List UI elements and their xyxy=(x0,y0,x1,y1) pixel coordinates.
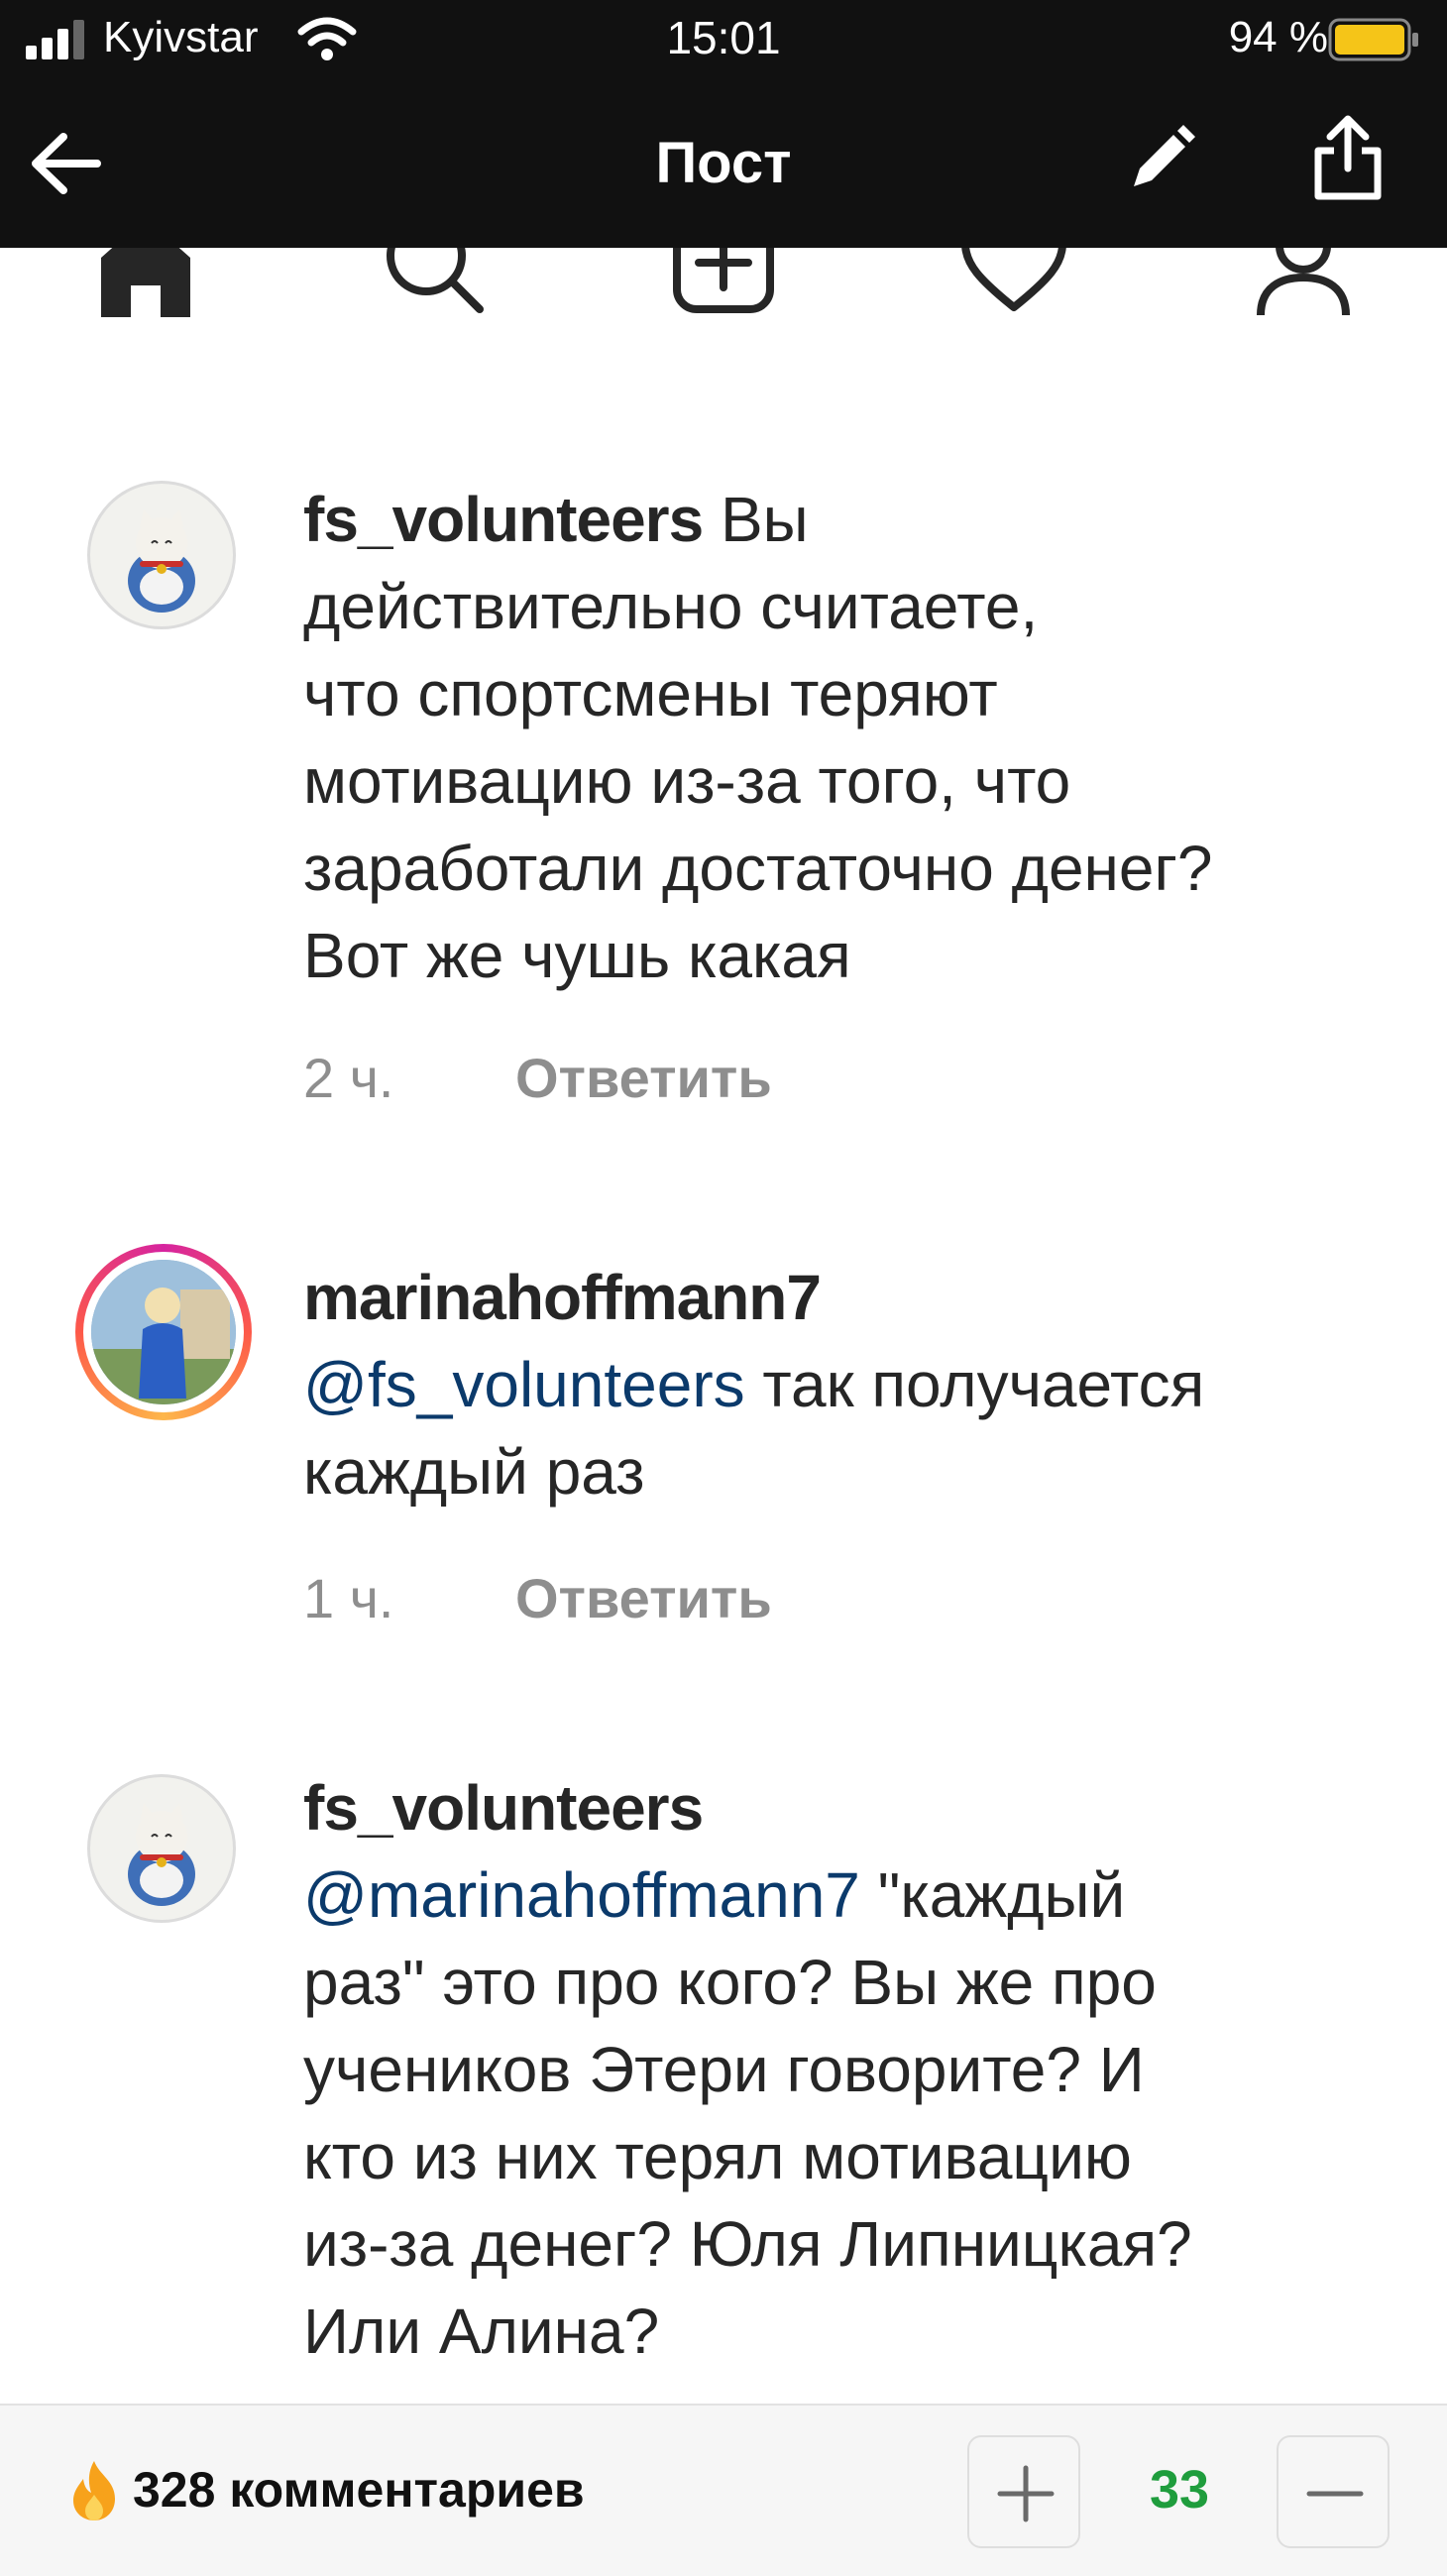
battery-percent: 94 % xyxy=(1228,13,1328,61)
avatar[interactable] xyxy=(75,1244,252,1420)
page-title: Пост xyxy=(655,131,792,195)
comment-line: кто из них терял мотивацию xyxy=(303,2121,1132,2192)
lucky-cat-avatar-icon xyxy=(128,509,195,613)
reply-button[interactable]: Ответить xyxy=(515,1044,772,1113)
comment-line: "каждый xyxy=(859,1859,1126,1931)
comment-meta: 1 ч. Ответить xyxy=(303,1564,772,1633)
avatar[interactable] xyxy=(87,481,236,629)
comment-line: мотивацию из-за того, что xyxy=(303,745,1071,817)
comment-line: Или Алина? xyxy=(303,2296,660,2367)
status-bar: Kyivstar 15:01 94 % xyxy=(0,0,1447,79)
comment-line: Вы xyxy=(703,484,809,555)
avatar-photo xyxy=(91,1260,236,1404)
comment-line: из-за денег? Юля Липницкая? xyxy=(303,2208,1192,2280)
downvote-button[interactable] xyxy=(1277,2435,1390,2548)
avatar[interactable] xyxy=(87,1774,236,1923)
comment-line: учеников Этери говорите? И xyxy=(303,2034,1145,2105)
tab-bar xyxy=(0,248,1447,327)
plus-icon xyxy=(997,2465,1055,2522)
comment-mention[interactable]: @fs_volunteers xyxy=(303,1349,745,1420)
upvote-button[interactable] xyxy=(967,2435,1080,2548)
comment-line: так получается xyxy=(744,1349,1205,1420)
comment-time: 2 ч. xyxy=(303,1047,394,1109)
comment-username[interactable]: fs_volunteers xyxy=(303,484,704,555)
comment-line: заработали достаточно денег? xyxy=(303,833,1213,904)
comment-text: fs_volunteers Вы действительно считаете,… xyxy=(303,476,1413,999)
comment-line: Вот же чушь какая xyxy=(303,920,851,991)
top-bar: Kyivstar 15:01 94 % Пост xyxy=(0,0,1447,248)
profile-icon[interactable] xyxy=(1249,248,1358,317)
comment-username[interactable]: marinahoffmann7 xyxy=(303,1262,822,1333)
comment-line: что спортсмены теряют xyxy=(303,658,998,729)
profile-photo-icon xyxy=(91,1260,236,1404)
comment-time: 1 ч. xyxy=(303,1567,394,1629)
comment-meta: 2 ч. Ответить xyxy=(303,1044,772,1113)
comments-count: 328 комментариев xyxy=(133,2462,585,2518)
comment-mention[interactable]: @marinahoffmann7 xyxy=(303,1859,860,1931)
comment-line: раз" это про кого? Вы же про xyxy=(303,1947,1157,2018)
heart-icon[interactable] xyxy=(959,248,1068,317)
comment-username[interactable]: fs_volunteers xyxy=(303,1772,704,1844)
comment-text: fs_volunteers @marinahoffmann7 "каждый р… xyxy=(303,1764,1413,2375)
pencil-icon[interactable] xyxy=(1120,121,1199,200)
search-icon[interactable] xyxy=(379,248,488,317)
bottom-bar: 328 комментариев 33 xyxy=(0,2404,1447,2576)
comment-text: marinahoffmann7 @fs_volunteers так получ… xyxy=(303,1254,1413,1515)
share-icon[interactable] xyxy=(1308,113,1388,202)
vote-score: 33 xyxy=(1149,2460,1210,2520)
add-post-icon[interactable] xyxy=(669,248,778,317)
minus-icon xyxy=(1306,2491,1364,2497)
reply-button[interactable]: Ответить xyxy=(515,1564,772,1633)
home-icon[interactable] xyxy=(91,248,200,317)
comment-line: действительно считаете, xyxy=(303,571,1039,642)
battery-icon xyxy=(1328,18,1418,61)
nav-bar: Пост xyxy=(0,89,1447,238)
comment-line: каждый раз xyxy=(303,1436,645,1508)
fire-icon xyxy=(73,2461,115,2520)
lucky-cat-avatar-icon xyxy=(128,1803,195,1906)
avatar-ring xyxy=(83,1252,244,1412)
